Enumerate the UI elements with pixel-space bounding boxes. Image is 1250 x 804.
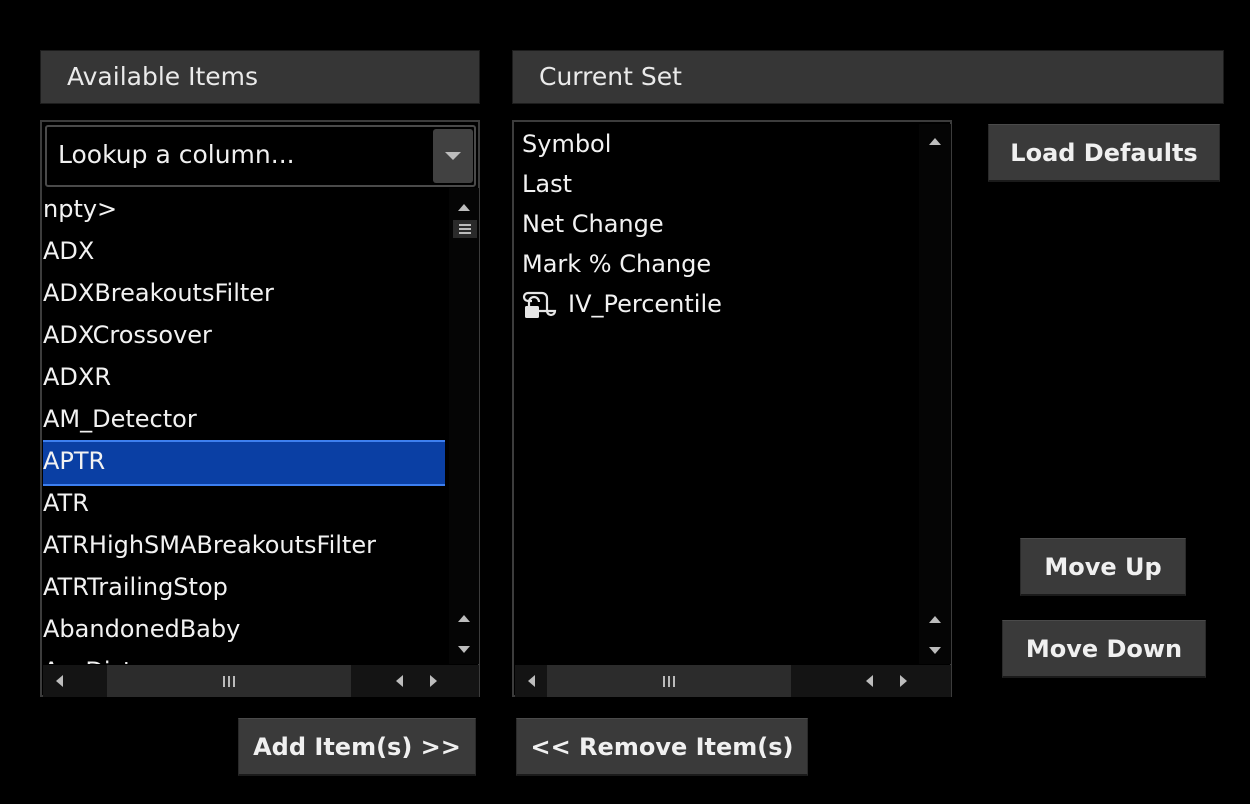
current-set-list[interactable]: Symbol Last Net Change Mark % Change IV_Perc…: [522, 124, 918, 664]
column-lookup-input[interactable]: Lookup a column...: [45, 125, 476, 187]
current-set-vertical-scrollbar[interactable]: [919, 124, 951, 664]
list-item[interactable]: IV_Percentile: [522, 284, 722, 324]
list-item[interactable]: Net Change: [522, 204, 664, 244]
current-set-listbox: Symbol Last Net Change Mark % Change IV_Perc…: [512, 120, 952, 697]
scroll-page-up-arrow-icon[interactable]: [929, 616, 941, 623]
current-set-horizontal-scrollbar[interactable]: [515, 665, 951, 697]
list-item-label: Net Change: [522, 210, 664, 238]
list-item[interactable]: ADXR: [43, 356, 111, 398]
add-items-button[interactable]: Add Item(s) >>: [238, 718, 476, 776]
list-item[interactable]: ATR: [43, 482, 89, 524]
list-item[interactable]: ADX: [43, 230, 94, 272]
current-set-header: Current Set: [512, 50, 1224, 104]
list-item[interactable]: AbandonedBaby: [43, 608, 240, 650]
list-item[interactable]: ADXBreakoutsFilter: [43, 272, 274, 314]
list-item[interactable]: APTR: [43, 440, 445, 486]
horizontal-scroll-thumb[interactable]: [547, 665, 791, 697]
scroll-page-left-arrow-icon[interactable]: [396, 675, 403, 687]
move-down-button[interactable]: Move Down: [1002, 620, 1206, 678]
scroll-left-arrow-icon[interactable]: [56, 675, 63, 687]
horizontal-scroll-thumb[interactable]: [107, 665, 351, 697]
list-item-label: Last: [522, 170, 572, 198]
chevron-down-icon: [445, 152, 461, 160]
available-vertical-scrollbar[interactable]: [449, 188, 479, 664]
remove-items-button[interactable]: << Remove Item(s): [516, 718, 808, 776]
list-item-label: Mark % Change: [522, 250, 712, 278]
list-item[interactable]: Symbol: [522, 124, 611, 164]
list-item[interactable]: AM_Detector: [43, 398, 197, 440]
scroll-left-arrow-icon[interactable]: [528, 675, 535, 687]
scroll-page-up-arrow-icon[interactable]: [458, 615, 470, 622]
scroll-right-arrow-icon[interactable]: [900, 675, 907, 687]
list-item[interactable]: ADXCrossover: [43, 314, 212, 356]
scroll-down-arrow-icon[interactable]: [929, 647, 941, 654]
lock-script-icon: [522, 291, 557, 318]
list-item[interactable]: AccDist: [43, 650, 132, 664]
list-item-label: IV_Percentile: [568, 290, 722, 318]
available-horizontal-scrollbar[interactable]: [43, 665, 479, 697]
scroll-right-arrow-icon[interactable]: [430, 675, 437, 687]
scroll-up-arrow-icon[interactable]: [458, 204, 470, 211]
list-item-label: Symbol: [522, 130, 612, 158]
load-defaults-button[interactable]: Load Defaults: [988, 124, 1220, 182]
vertical-scroll-thumb[interactable]: [453, 220, 477, 238]
move-up-button[interactable]: Move Up: [1020, 538, 1186, 596]
lookup-placeholder: Lookup a column...: [58, 140, 295, 169]
list-item[interactable]: ATRTrailingStop: [43, 566, 228, 608]
scroll-down-arrow-icon[interactable]: [458, 646, 470, 653]
available-items-header: Available Items: [40, 50, 480, 104]
list-item[interactable]: ATRHighSMABreakoutsFilter: [43, 524, 376, 566]
scroll-up-arrow-icon[interactable]: [929, 138, 941, 145]
lookup-dropdown-button[interactable]: [433, 129, 473, 183]
list-item[interactable]: Mark % Change: [522, 244, 711, 284]
list-item[interactable]: npty>: [43, 188, 117, 230]
scroll-page-left-arrow-icon[interactable]: [866, 675, 873, 687]
available-items-listbox: Lookup a column... npty> ADX ADXBreakoutsF…: [40, 120, 480, 697]
list-item[interactable]: Last: [522, 164, 572, 204]
available-items-list[interactable]: npty> ADX ADXBreakoutsFilter ADXCrossover AD…: [43, 188, 445, 664]
